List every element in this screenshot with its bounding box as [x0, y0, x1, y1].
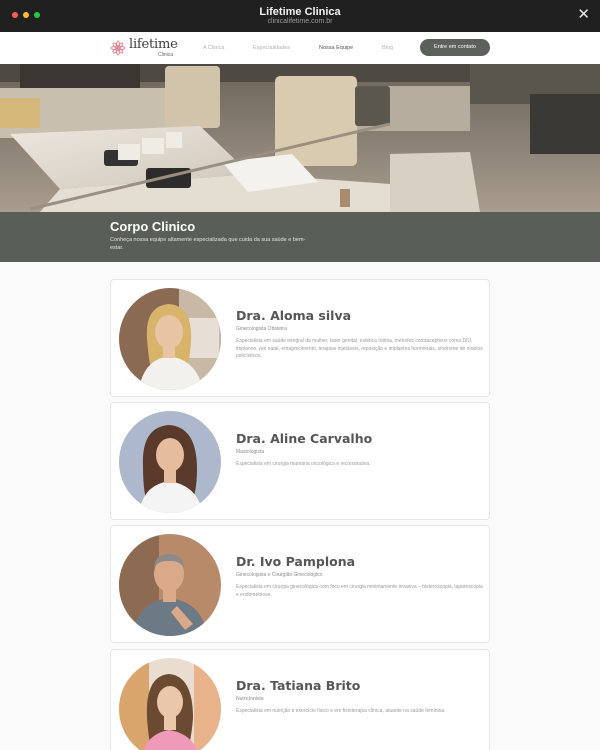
logo-subtitle: Clinica: [158, 52, 174, 58]
doctor-name: Dra. Tatiana Brito: [236, 678, 361, 693]
doctor-name: Dr. Ivo Pamplona: [236, 554, 356, 569]
site-header: lifetime Clinica A Clinica Especialidade…: [0, 32, 600, 64]
doctor-description: Especialista em cirurgia mamária oncológ…: [236, 461, 371, 467]
doctor-card[interactable]: Dra. Tatiana Brito Nutricionista Especia…: [110, 649, 490, 750]
page-subtitle: Conheça nossa equipe altamente especiali…: [110, 237, 306, 251]
lotus-logo-icon: [110, 40, 126, 56]
doctor-description: Especialista em cirurgia ginecológica co…: [236, 584, 483, 598]
doctor-photo: [119, 411, 221, 513]
contact-button[interactable]: Entre em contato: [420, 39, 490, 56]
window-title: Lifetime Clinica: [259, 6, 341, 18]
nav-link-a-clinica[interactable]: A Clinica: [203, 45, 224, 51]
doctor-name: Dra. Aline Carvalho: [236, 431, 373, 446]
doctor-specialty: Ginecologista Obstetra: [236, 326, 287, 332]
logo-text: lifetime: [129, 37, 178, 52]
window-titlebar: Lifetime Clinica clinicalifetime.com.br …: [0, 0, 600, 32]
doctor-specialty: Ginecologista e Cirurgião Ginecológico: [236, 572, 323, 578]
page-title: Corpo Clinico: [110, 219, 196, 234]
doctor-card[interactable]: Dra. Aline Carvalho Mastologista Especia…: [110, 402, 490, 520]
nav-link-nossa-equipe[interactable]: Nossa Equipe: [319, 45, 353, 51]
hero-image: [0, 64, 600, 212]
doctor-specialty: Nutricionista: [236, 696, 264, 702]
doctor-card[interactable]: Dra. Aloma silva Ginecologista Obstetra …: [110, 279, 490, 397]
window-url: clinicalifetime.com.br: [267, 18, 333, 25]
doctor-photo: [119, 658, 221, 750]
doctor-photo: [119, 534, 221, 636]
team-section: Dra. Aloma silva Ginecologista Obstetra …: [0, 262, 600, 750]
doctor-name: Dra. Aloma silva: [236, 308, 352, 323]
doctor-card[interactable]: Dr. Ivo Pamplona Ginecologista e Cirurgi…: [110, 525, 490, 643]
doctor-photo: [119, 288, 221, 390]
nav-link-blog[interactable]: Blog: [382, 45, 393, 51]
doctor-description: Especialista em saúde integral da mulher…: [236, 338, 483, 359]
nav-link-especialidades[interactable]: Especialidades: [253, 45, 290, 51]
logo[interactable]: lifetime Clinica: [110, 38, 178, 58]
close-icon[interactable]: ✕: [577, 7, 590, 22]
doctor-description: Especialista em nutrição e exercício fís…: [236, 708, 446, 714]
doctor-specialty: Mastologista: [236, 449, 265, 455]
